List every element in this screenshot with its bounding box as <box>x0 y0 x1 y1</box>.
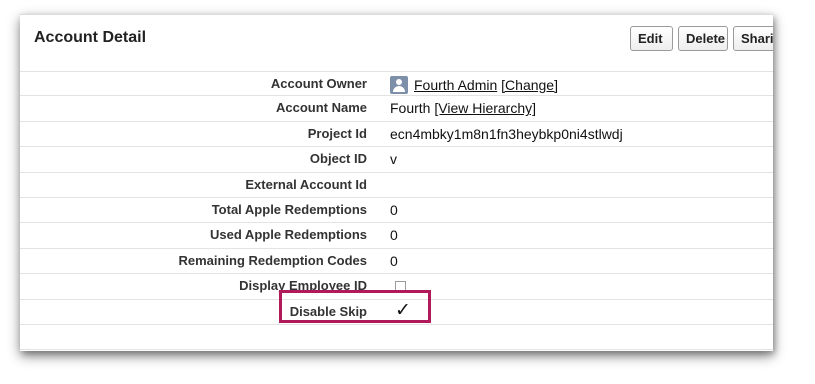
user-avatar-icon <box>390 76 408 94</box>
account-owner-label: Account Owner <box>270 76 367 91</box>
total-apple-redemptions-value: 0 <box>390 201 398 218</box>
project-id-label: Project Id <box>307 125 367 141</box>
change-owner-link[interactable]: [Change] <box>501 77 558 93</box>
total-apple-redemptions-label: Total Apple Redemptions <box>211 201 367 217</box>
account-name-label: Account Name <box>275 100 367 116</box>
account-name-value: Fourth [View Hierarchy] <box>390 100 536 116</box>
field-row-total-apple-redemptions: Total Apple Redemptions 0 <box>20 198 773 224</box>
used-apple-redemptions-value: 0 <box>390 227 398 244</box>
field-row-empty <box>20 325 773 351</box>
remaining-redemption-codes-value: 0 <box>390 252 398 269</box>
account-owner-value: Fourth Admin [Change] <box>390 76 558 94</box>
field-row-remaining-redemption-codes: Remaining Redemption Codes 0 <box>20 249 773 275</box>
detail-header: Account Detail Edit Delete Sharin <box>20 15 773 61</box>
used-apple-redemptions-label: Used Apple Redemptions <box>210 227 367 243</box>
object-id-label: Object ID <box>309 151 367 167</box>
field-row-used-apple-redemptions: Used Apple Redemptions 0 <box>20 223 773 249</box>
project-id-value: ecn4mbky1m8n1fn3heybkp0ni4stlwdj <box>390 125 623 142</box>
account-name-text: Fourth <box>390 100 431 117</box>
account-owner-link[interactable]: Fourth Admin <box>414 77 497 93</box>
external-account-id-label: External Account Id <box>245 176 367 192</box>
view-hierarchy-link[interactable]: [View Hierarchy] <box>434 100 536 116</box>
edit-button[interactable]: Edit <box>630 26 673 51</box>
page-title: Account Detail <box>34 29 147 46</box>
field-row-object-id: Object ID v <box>20 147 773 173</box>
delete-button[interactable]: Delete <box>678 26 728 51</box>
disable-skip-highlight-box <box>279 290 431 323</box>
sharing-button[interactable]: Sharin <box>733 26 773 51</box>
field-row-external-account-id: External Account Id <box>20 173 773 198</box>
object-id-value: v <box>390 151 397 168</box>
field-row-account-name: Account Name Fourth [View Hierarchy] <box>20 96 773 122</box>
field-row-account-owner: Account Owner Fourth Admin [Change] <box>20 71 773 97</box>
remaining-redemption-codes-label: Remaining Redemption Codes <box>178 252 367 268</box>
field-row-project-id: Project Id ecn4mbky1m8n1fn3heybkp0ni4stl… <box>20 122 773 148</box>
